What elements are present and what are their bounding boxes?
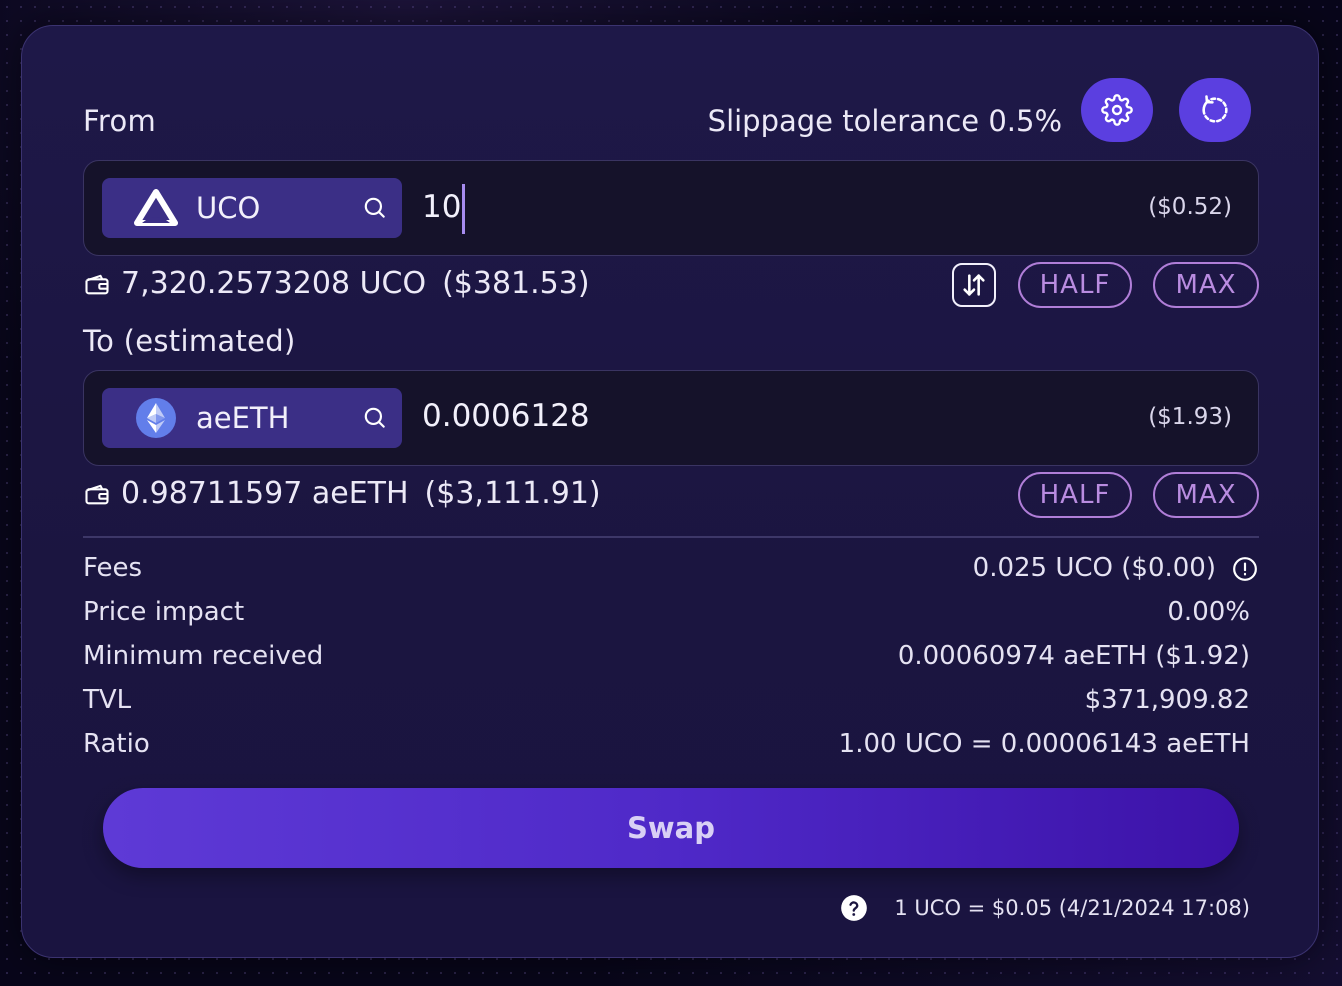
from-token-name: UCO <box>196 191 261 225</box>
swap-direction-icon <box>963 274 985 296</box>
minimum-received-label: Minimum received <box>83 641 324 671</box>
tvl-label: TVL <box>83 685 132 715</box>
help-icon[interactable] <box>840 894 868 922</box>
wallet-icon <box>85 274 109 294</box>
fees-value: 0.025 UCO ($0.00) <box>972 553 1216 583</box>
to-token-name: aeETH <box>196 401 290 435</box>
to-half-button[interactable]: HALF <box>1018 472 1132 518</box>
price-impact-label: Price impact <box>83 597 245 627</box>
swap-direction-button[interactable] <box>952 263 996 307</box>
text-caret <box>462 183 466 234</box>
to-balance-amount: 0.98711597 aeETH <box>121 476 409 511</box>
to-balance: 0.98711597 aeETH ($3,111.91) <box>83 476 601 511</box>
from-max-button[interactable]: MAX <box>1153 262 1259 308</box>
ratio-value: 1.00 UCO = 0.00006143 aeETH <box>838 729 1250 759</box>
ethereum-logo-icon <box>134 396 178 440</box>
from-amount-value: 10 <box>422 189 462 225</box>
to-token-selector[interactable]: aeETH <box>102 388 402 448</box>
divider <box>83 536 1259 538</box>
tvl-value: $371,909.82 <box>1084 685 1250 715</box>
to-label: To (estimated) <box>83 324 296 358</box>
to-usd-value: ($1.93) <box>1148 404 1232 430</box>
from-half-button[interactable]: HALF <box>1018 262 1132 308</box>
refresh-button[interactable] <box>1179 78 1251 142</box>
ratio-label: Ratio <box>83 729 150 759</box>
from-usd-value: ($0.52) <box>1148 194 1232 220</box>
from-balance-amount: 7,320.2573208 UCO <box>121 266 427 301</box>
swap-card: From Slippage tolerance 0.5% UCO 10 ($0.… <box>21 25 1319 958</box>
swap-button[interactable]: Swap <box>103 788 1239 868</box>
to-amount-output[interactable]: 0.0006128 <box>422 398 590 434</box>
fees-label: Fees <box>83 553 143 583</box>
price-footer: 1 UCO = $0.05 (4/21/2024 17:08) <box>840 894 1250 922</box>
info-icon[interactable] <box>1232 556 1258 582</box>
price-impact-value: 0.00% <box>1167 597 1250 627</box>
to-max-button[interactable]: MAX <box>1153 472 1259 518</box>
settings-icon <box>1101 94 1133 126</box>
from-balance: 7,320.2573208 UCO ($381.53) <box>83 266 590 301</box>
uco-price-text: 1 UCO = $0.05 (4/21/2024 17:08) <box>894 896 1250 920</box>
refresh-icon <box>1202 95 1228 123</box>
wallet-icon <box>85 484 109 504</box>
slippage-text: Slippage tolerance 0.5% <box>707 104 1062 138</box>
minimum-received-value: 0.00060974 aeETH ($1.92) <box>897 641 1250 671</box>
archethic-logo-icon <box>134 186 178 230</box>
to-balance-usd: ($3,111.91) <box>424 476 601 511</box>
from-balance-usd: ($381.53) <box>442 266 590 301</box>
search-icon <box>364 407 385 428</box>
search-icon <box>364 197 385 218</box>
from-token-selector[interactable]: UCO <box>102 178 402 238</box>
from-label: From <box>83 104 157 138</box>
settings-button[interactable] <box>1081 78 1153 142</box>
from-amount-input[interactable]: 10 <box>422 182 466 234</box>
